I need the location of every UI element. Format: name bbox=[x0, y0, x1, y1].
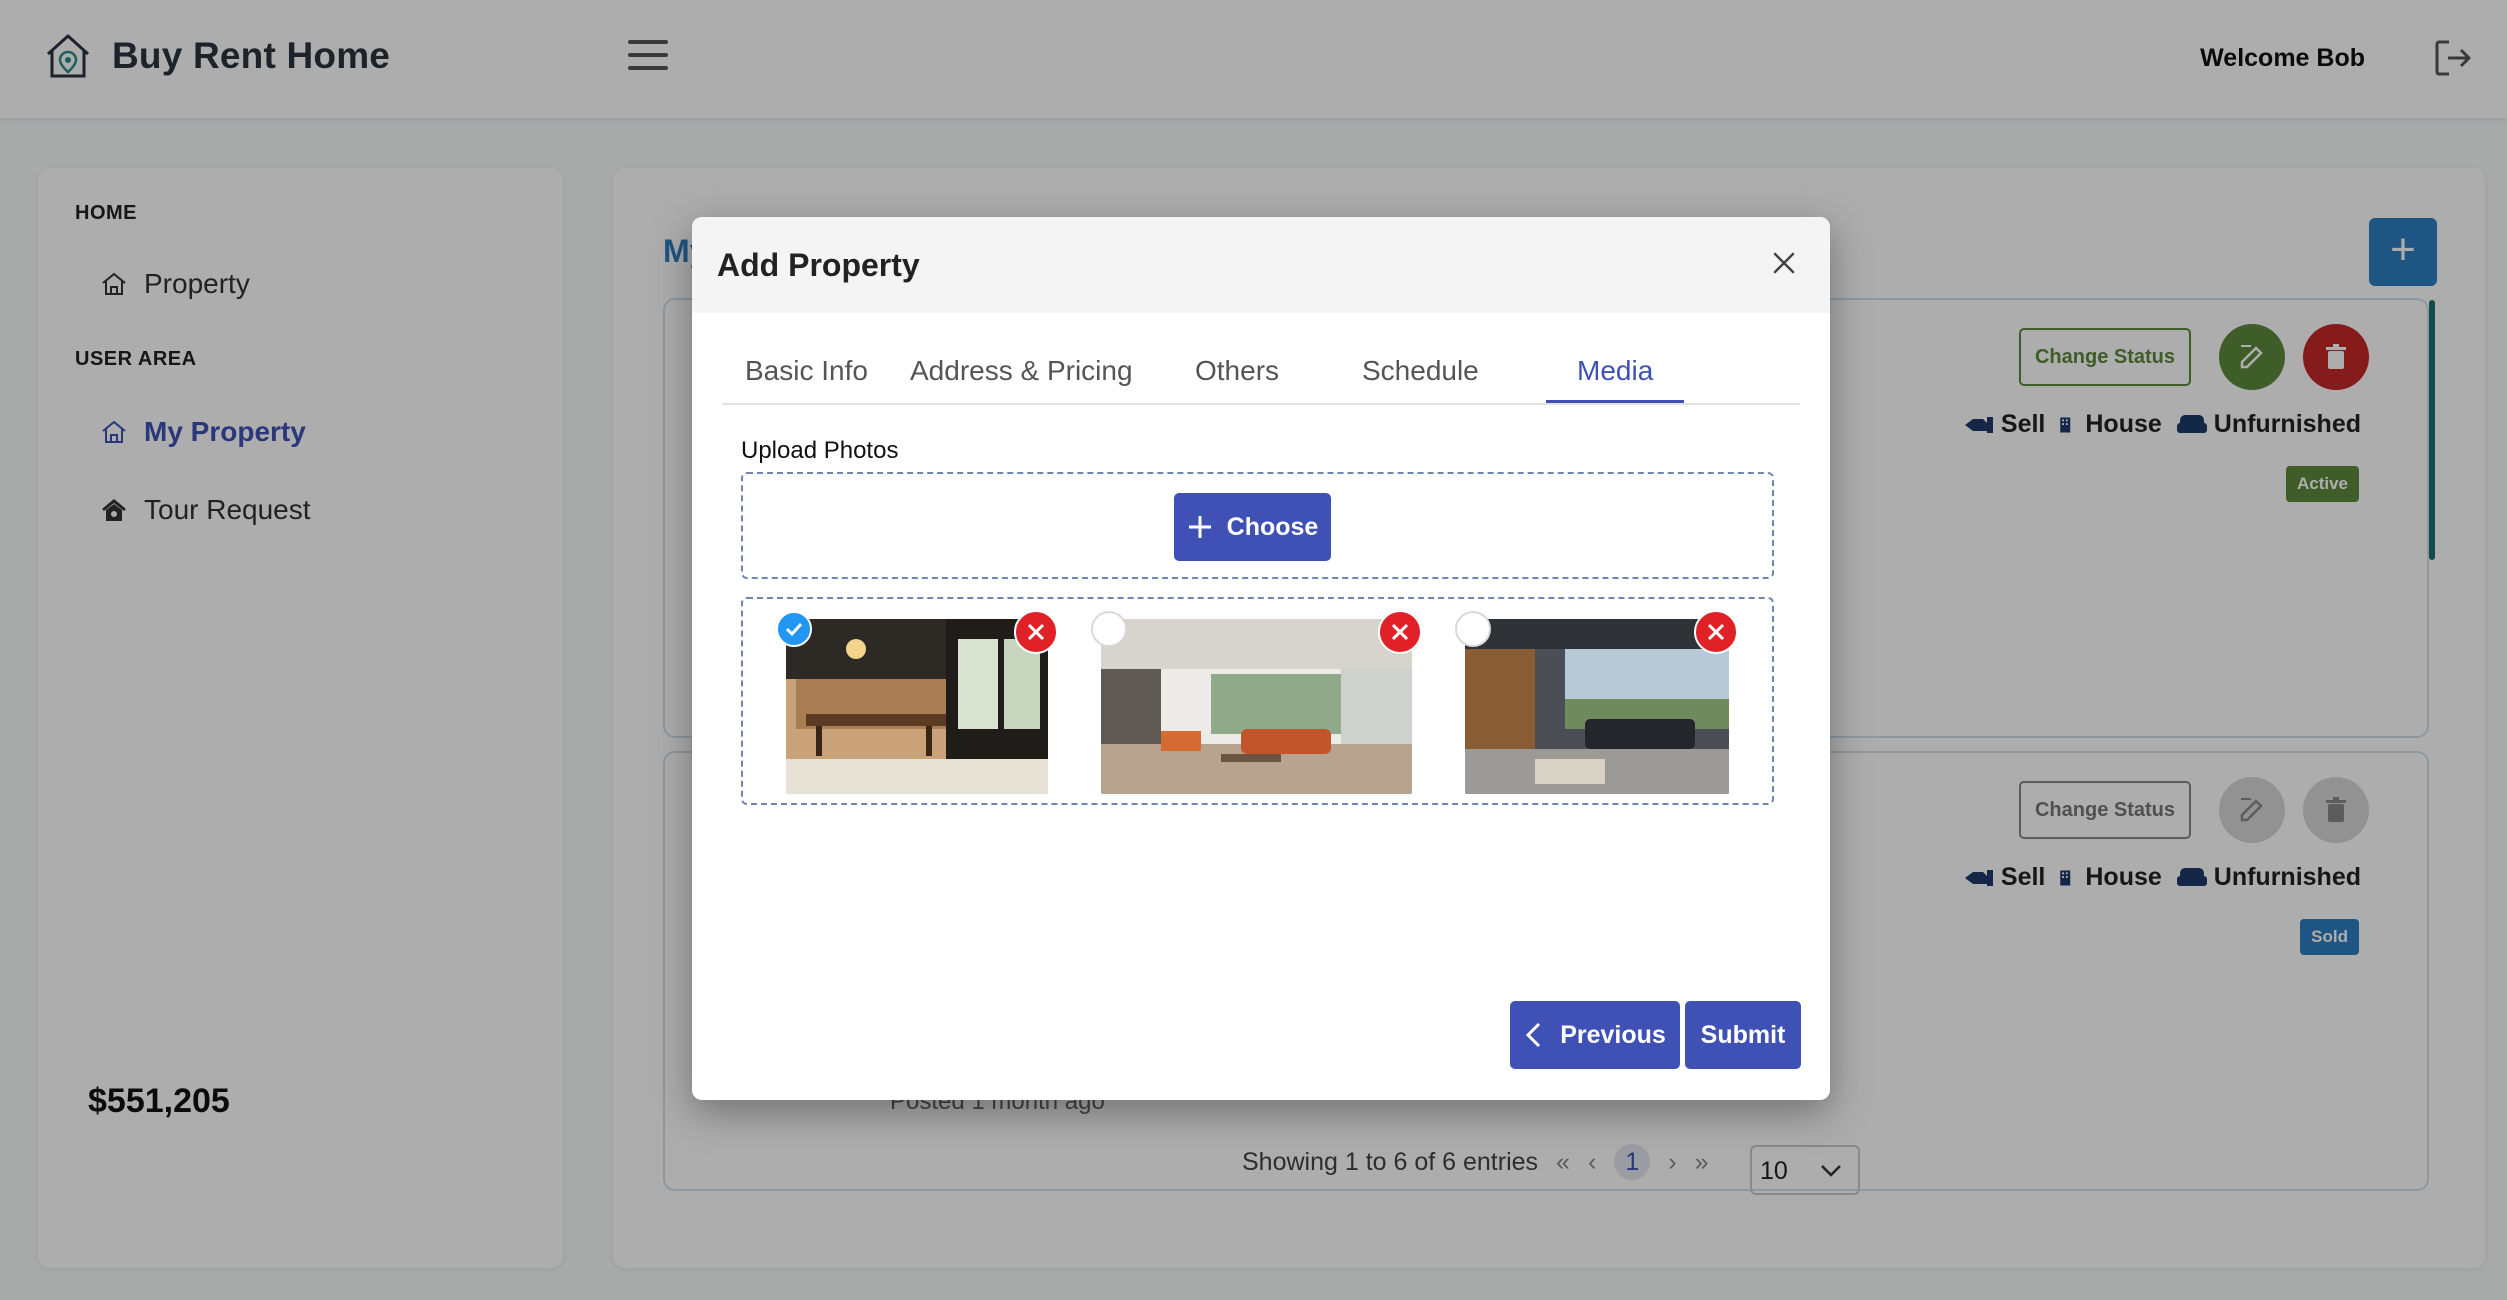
lounge-photo bbox=[1465, 619, 1729, 794]
previous-label: Previous bbox=[1560, 1020, 1666, 1049]
previous-button[interactable]: Previous bbox=[1510, 1001, 1680, 1069]
close-icon bbox=[1707, 623, 1725, 641]
tab-others[interactable]: Others bbox=[1195, 355, 1279, 387]
plus-icon bbox=[1188, 516, 1211, 538]
modal-tabs: Basic Info Address & Pricing Others Sche… bbox=[722, 355, 1800, 405]
photo-remove-button[interactable] bbox=[1014, 610, 1058, 654]
photo-select-checkbox[interactable] bbox=[1091, 611, 1127, 647]
choose-label: Choose bbox=[1226, 512, 1319, 541]
modal-header: Add Property bbox=[692, 217, 1830, 313]
tab-basic-info[interactable]: Basic Info bbox=[745, 355, 868, 387]
living-room-photo bbox=[1101, 619, 1412, 794]
photo-select-checkbox[interactable] bbox=[1455, 611, 1491, 647]
add-property-modal: Add Property Basic Info Address & Pricin… bbox=[692, 217, 1830, 1100]
close-icon bbox=[1391, 623, 1409, 641]
upload-dropzone[interactable]: Choose bbox=[741, 472, 1774, 579]
photo-remove-button[interactable] bbox=[1378, 610, 1422, 654]
submit-button[interactable]: Submit bbox=[1685, 1001, 1801, 1069]
check-icon bbox=[785, 622, 803, 637]
photo-thumbnail[interactable] bbox=[1101, 619, 1412, 794]
photo-remove-button[interactable] bbox=[1694, 610, 1738, 654]
photo-select-checkbox[interactable] bbox=[776, 611, 812, 647]
close-icon bbox=[1027, 623, 1045, 641]
tab-media[interactable]: Media bbox=[1577, 355, 1653, 387]
active-tab-indicator bbox=[1546, 400, 1684, 403]
kitchen-dining-photo bbox=[786, 619, 1048, 794]
upload-photos-label: Upload Photos bbox=[741, 437, 899, 464]
tab-schedule[interactable]: Schedule bbox=[1362, 355, 1479, 387]
choose-button[interactable]: Choose bbox=[1174, 493, 1331, 561]
photo-thumbnail[interactable] bbox=[1465, 619, 1729, 794]
chevron-left-icon bbox=[1526, 1022, 1541, 1048]
close-icon[interactable] bbox=[1768, 247, 1800, 279]
photo-thumbnail[interactable] bbox=[786, 619, 1048, 794]
photo-gallery bbox=[741, 597, 1774, 805]
modal-title: Add Property bbox=[717, 247, 920, 283]
tab-address-pricing[interactable]: Address & Pricing bbox=[910, 355, 1133, 387]
